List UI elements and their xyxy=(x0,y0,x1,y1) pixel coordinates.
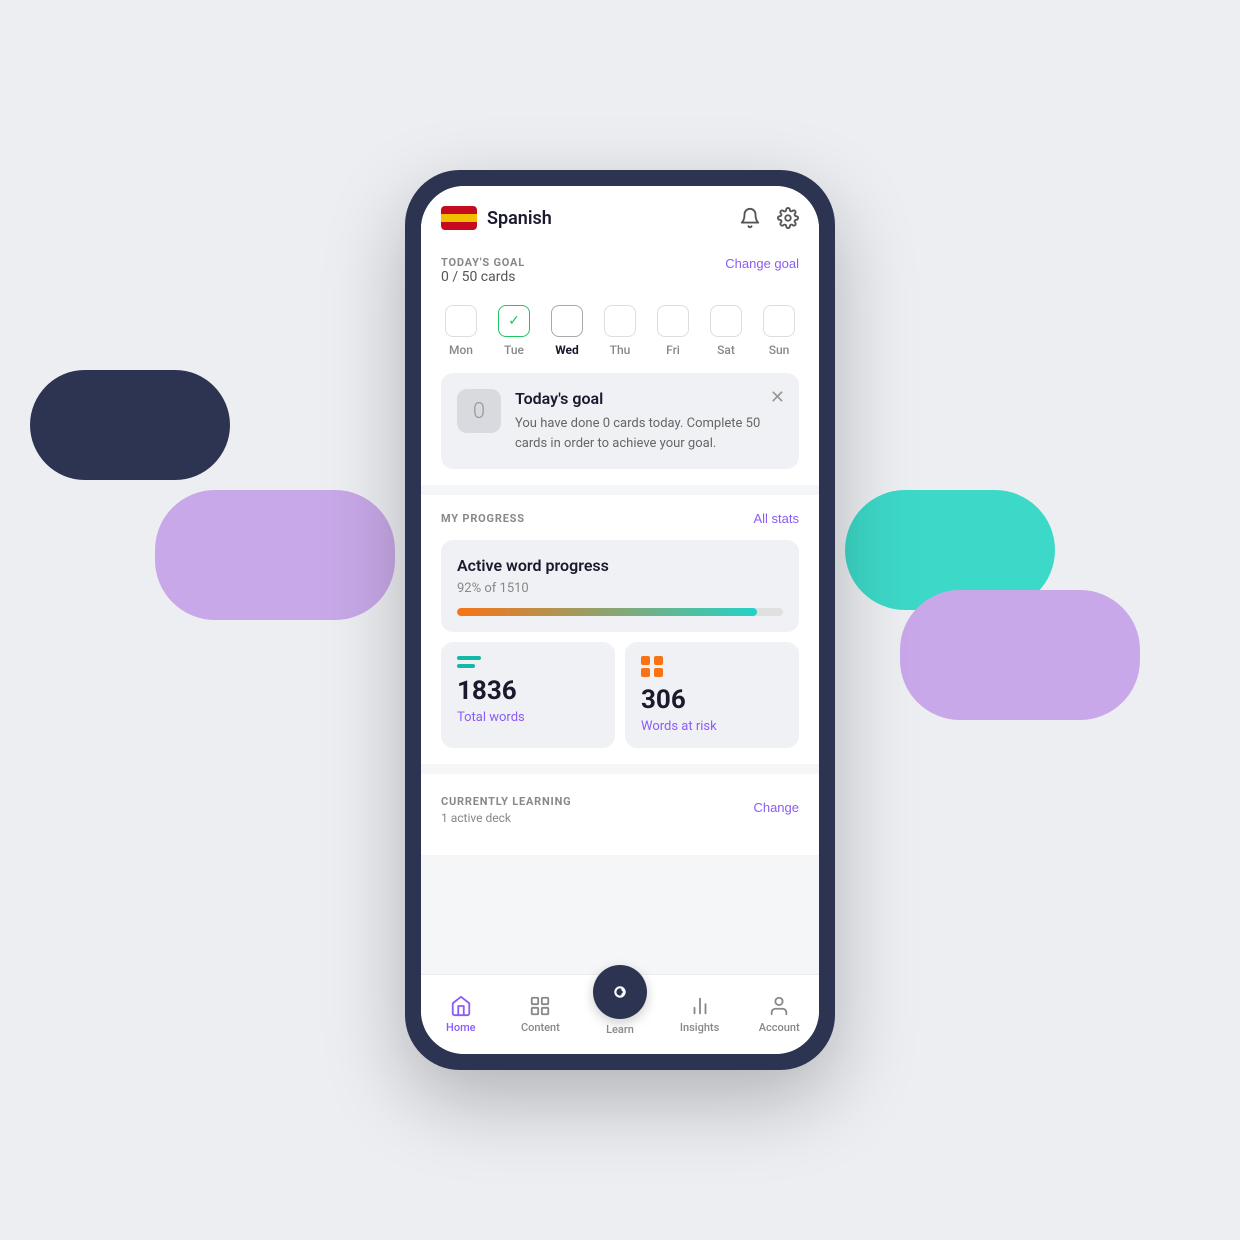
day-wed: Wed xyxy=(551,305,583,357)
settings-button[interactable] xyxy=(777,207,799,229)
active-word-percent: 92% of 1510 xyxy=(457,581,783,596)
day-label-thu: Thu xyxy=(610,343,631,357)
grid-dot-1 xyxy=(641,656,650,665)
header-icons xyxy=(739,207,799,229)
flag-spanish xyxy=(441,206,477,230)
days-row: Mon ✓ Tue Wed Thu xyxy=(441,305,799,357)
scroll-content[interactable]: Spanish xyxy=(421,186,819,974)
words-at-risk-icon xyxy=(641,656,783,677)
learning-sub: 1 active deck xyxy=(441,811,571,825)
total-words-icon xyxy=(457,656,599,668)
app-header: Spanish xyxy=(421,186,819,240)
day-box-sat xyxy=(710,305,742,337)
progress-bar-fill xyxy=(457,608,757,616)
day-mon: Mon xyxy=(445,305,477,357)
total-words-label: Total words xyxy=(457,710,599,725)
insights-icon xyxy=(689,995,711,1017)
progress-section-title: MY PROGRESS xyxy=(441,512,525,525)
currently-learning-section: CURRENTLY LEARNING 1 active deck Change xyxy=(421,774,819,855)
progress-header: MY PROGRESS All stats xyxy=(441,511,799,526)
day-sat: Sat xyxy=(710,305,742,357)
day-box-sun xyxy=(763,305,795,337)
nav-label-home: Home xyxy=(446,1021,476,1034)
active-word-progress-card: Active word progress 92% of 1510 xyxy=(441,540,799,632)
all-stats-button[interactable]: All stats xyxy=(753,511,799,526)
stats-row: 1836 Total words 30 xyxy=(441,642,799,748)
nav-label-account: Account xyxy=(759,1021,800,1034)
goal-count: 0 / 50 cards xyxy=(441,269,525,285)
day-thu: Thu xyxy=(604,305,636,357)
grid-dot-3 xyxy=(641,668,650,677)
grid-dot-4 xyxy=(654,668,663,677)
day-label-fri: Fri xyxy=(666,343,680,357)
grid-dot-2 xyxy=(654,656,663,665)
learn-icon xyxy=(606,978,634,1006)
learn-circle xyxy=(593,965,647,1019)
notification-button[interactable] xyxy=(739,207,761,229)
day-label-tue: Tue xyxy=(504,343,524,357)
goal-card-number: 0 xyxy=(457,389,501,433)
progress-bar-background xyxy=(457,608,783,616)
change-goal-button[interactable]: Change goal xyxy=(725,256,799,271)
learning-header: CURRENTLY LEARNING 1 active deck Change xyxy=(441,790,799,825)
progress-section: MY PROGRESS All stats Active word progre… xyxy=(421,495,819,764)
nav-item-content[interactable]: Content xyxy=(501,995,581,1034)
words-at-risk-label: Words at risk xyxy=(641,719,783,734)
day-label-sat: Sat xyxy=(717,343,735,357)
nav-item-learn[interactable]: Learn xyxy=(580,993,660,1036)
learning-header-text: CURRENTLY LEARNING 1 active deck xyxy=(441,790,571,825)
day-label-mon: Mon xyxy=(449,343,473,357)
bottom-navigation: Home Content Learn xyxy=(421,974,819,1054)
today-goal-section: TODAY'S GOAL 0 / 50 cards Change goal Mo… xyxy=(421,240,819,485)
content-icon xyxy=(529,995,551,1017)
nav-item-home[interactable]: Home xyxy=(421,995,501,1034)
lines-icon xyxy=(457,656,481,668)
words-at-risk-number: 306 xyxy=(641,685,783,715)
day-fri: Fri xyxy=(657,305,689,357)
line-2 xyxy=(457,664,475,668)
line-1 xyxy=(457,656,481,660)
change-deck-button[interactable]: Change xyxy=(753,800,799,815)
close-goal-card-button[interactable]: ✕ xyxy=(770,387,785,408)
gear-icon xyxy=(777,207,799,229)
phone-screen: Spanish xyxy=(421,186,819,1054)
blob-purple-left xyxy=(155,490,395,620)
active-word-title: Active word progress xyxy=(457,556,783,575)
nav-item-account[interactable]: Account xyxy=(739,995,819,1034)
check-icon-tue: ✓ xyxy=(508,313,520,329)
day-box-wed xyxy=(551,305,583,337)
day-box-tue: ✓ xyxy=(498,305,530,337)
day-box-mon xyxy=(445,305,477,337)
goal-header: TODAY'S GOAL 0 / 50 cards Change goal xyxy=(441,256,799,301)
day-label-sun: Sun xyxy=(769,343,790,357)
goal-card-content: Today's goal You have done 0 cards today… xyxy=(515,389,783,453)
nav-label-learn: Learn xyxy=(606,1023,634,1036)
blob-dark xyxy=(30,370,230,480)
nav-item-insights[interactable]: Insights xyxy=(660,995,740,1034)
day-label-wed: Wed xyxy=(555,343,579,357)
goal-card-description: You have done 0 cards today. Complete 50… xyxy=(515,414,783,453)
day-box-thu xyxy=(604,305,636,337)
total-words-number: 1836 xyxy=(457,676,599,706)
words-at-risk-card: 306 Words at risk xyxy=(625,642,799,748)
total-words-card: 1836 Total words xyxy=(441,642,615,748)
day-box-fri xyxy=(657,305,689,337)
goal-card-title: Today's goal xyxy=(515,389,783,408)
bell-icon xyxy=(739,207,761,229)
nav-label-insights: Insights xyxy=(680,1021,719,1034)
blob-purple-right xyxy=(900,590,1140,720)
language-title: Spanish xyxy=(487,208,552,229)
goal-notification-card: 0 Today's goal You have done 0 cards tod… xyxy=(441,373,799,469)
home-icon xyxy=(450,995,472,1017)
day-sun: Sun xyxy=(763,305,795,357)
goal-section-title: TODAY'S GOAL xyxy=(441,256,525,269)
phone-shell: Spanish xyxy=(405,170,835,1070)
learning-section-title: CURRENTLY LEARNING xyxy=(441,795,571,808)
grid-icon xyxy=(641,656,663,677)
header-left: Spanish xyxy=(441,206,552,230)
day-tue: ✓ Tue xyxy=(498,305,530,357)
nav-label-content: Content xyxy=(521,1021,560,1034)
account-icon xyxy=(768,995,790,1017)
